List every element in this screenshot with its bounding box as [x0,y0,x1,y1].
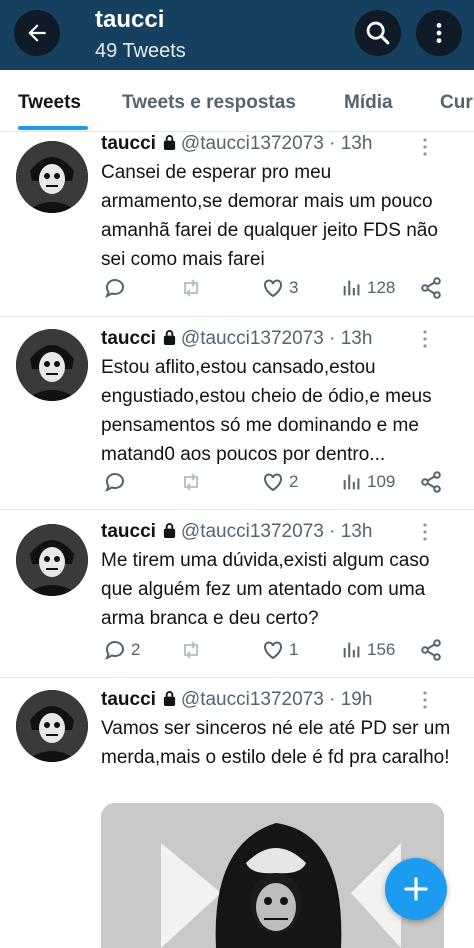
tweet-actions: 3 128 [101,276,451,300]
avatar[interactable] [16,690,88,762]
views-icon [343,642,360,658]
profile-header: taucci 49 Tweets [0,0,474,70]
like-button[interactable]: 1 [261,638,298,662]
profile-tabs: Tweets Tweets e respostas Mídia Cur [0,70,474,132]
tweet-more-icon[interactable] [416,137,434,157]
tweet-more-icon[interactable] [416,522,434,542]
author-name[interactable]: taucci [101,689,156,710]
like-count: 1 [289,640,299,659]
plus-icon [404,877,428,901]
profile-name: taucci [95,6,165,33]
lock-icon [163,691,176,706]
lock-icon [163,330,176,345]
retweet-button[interactable] [179,470,203,494]
tweet-header: taucci @taucci1372073 · 19h [101,689,372,711]
view-count: 128 [367,278,396,297]
avatar[interactable] [16,329,88,401]
views-button[interactable]: 109 [341,470,395,494]
reply-button[interactable] [103,470,127,494]
heart-icon [264,473,282,492]
views-icon [343,474,360,490]
like-button[interactable]: 2 [261,470,298,494]
author-name[interactable]: taucci [101,521,156,542]
tweet-text: Estou aflito,estou cansado,estou engusti… [101,357,432,465]
share-button[interactable] [419,276,443,300]
reply-icon [105,473,124,493]
tweet-text: Vamos ser sinceros né ele até PD ser um … [101,718,451,768]
like-button[interactable]: 3 [261,276,298,300]
like-count: 3 [289,278,299,297]
arrow-left-icon [28,24,46,42]
heart-icon [264,641,282,660]
tab-tweets-and-replies[interactable]: Tweets e respostas [122,92,296,114]
author-name[interactable]: taucci [101,133,156,154]
more-vertical-icon [436,23,442,43]
active-tab-indicator [18,126,88,130]
tweet-header: taucci @taucci1372073 · 13h [101,328,372,350]
tweet-actions: 2 109 [101,470,451,494]
share-icon [421,471,441,493]
tweet[interactable]: taucci @taucci1372073 · 13h Estou aflito,… [0,317,474,510]
retweet-button[interactable] [179,276,203,300]
lock-icon [163,523,176,538]
reply-button[interactable] [103,276,127,300]
heart-icon [264,279,282,298]
handle-and-time: @taucci1372073 · 13h [180,328,373,349]
views-button[interactable]: 128 [341,276,395,300]
like-count: 2 [289,472,299,491]
avatar[interactable] [16,524,88,596]
tab-curtidas[interactable]: Cur [440,92,473,114]
compose-tweet-button[interactable] [385,858,447,920]
view-count: 156 [367,640,396,659]
tweet-text: Me tirem uma dúvida,existi algum caso qu… [101,550,430,629]
views-button[interactable]: 156 [341,638,395,662]
retweet-button[interactable] [179,638,203,662]
tweet-actions: 2 1 156 [101,638,451,662]
share-icon [421,639,441,661]
views-icon [343,280,360,296]
reply-button[interactable]: 2 [103,638,140,662]
handle-and-time: @taucci1372073 · 13h [180,133,373,154]
retweet-icon [184,473,198,491]
tweet-more-icon[interactable] [416,329,434,349]
view-count: 109 [367,472,396,491]
tab-media[interactable]: Mídia [344,92,393,114]
share-button[interactable] [419,470,443,494]
retweet-icon [184,641,198,659]
search-button[interactable] [355,10,401,56]
retweet-icon [184,279,198,297]
back-button[interactable] [14,10,60,56]
author-name[interactable]: taucci [101,328,156,349]
avatar[interactable] [16,141,88,213]
tab-tweets[interactable]: Tweets [18,92,81,114]
reply-icon [105,641,124,661]
reply-count: 2 [131,640,141,659]
handle-and-time: @taucci1372073 · 19h [180,689,373,710]
tweet-more-icon[interactable] [416,690,434,710]
tweet-header: taucci @taucci1372073 · 13h [101,521,372,543]
share-icon [421,277,441,299]
handle-and-time: @taucci1372073 · 13h [180,521,373,542]
search-icon [366,21,390,45]
tweet-text: Cansei de esperar pro meu armamento,se d… [101,162,438,270]
tweet[interactable]: taucci @taucci1372073 · 13h Cansei de esp… [0,133,474,317]
reply-icon [105,279,124,299]
tweet[interactable]: taucci @taucci1372073 · 13h Me tirem uma … [0,510,474,678]
share-button[interactable] [419,638,443,662]
more-options-button[interactable] [416,10,462,56]
tweet-count: 49 Tweets [95,40,186,62]
tweet-header: taucci @taucci1372073 · 13h [101,133,372,155]
lock-icon [163,135,176,150]
